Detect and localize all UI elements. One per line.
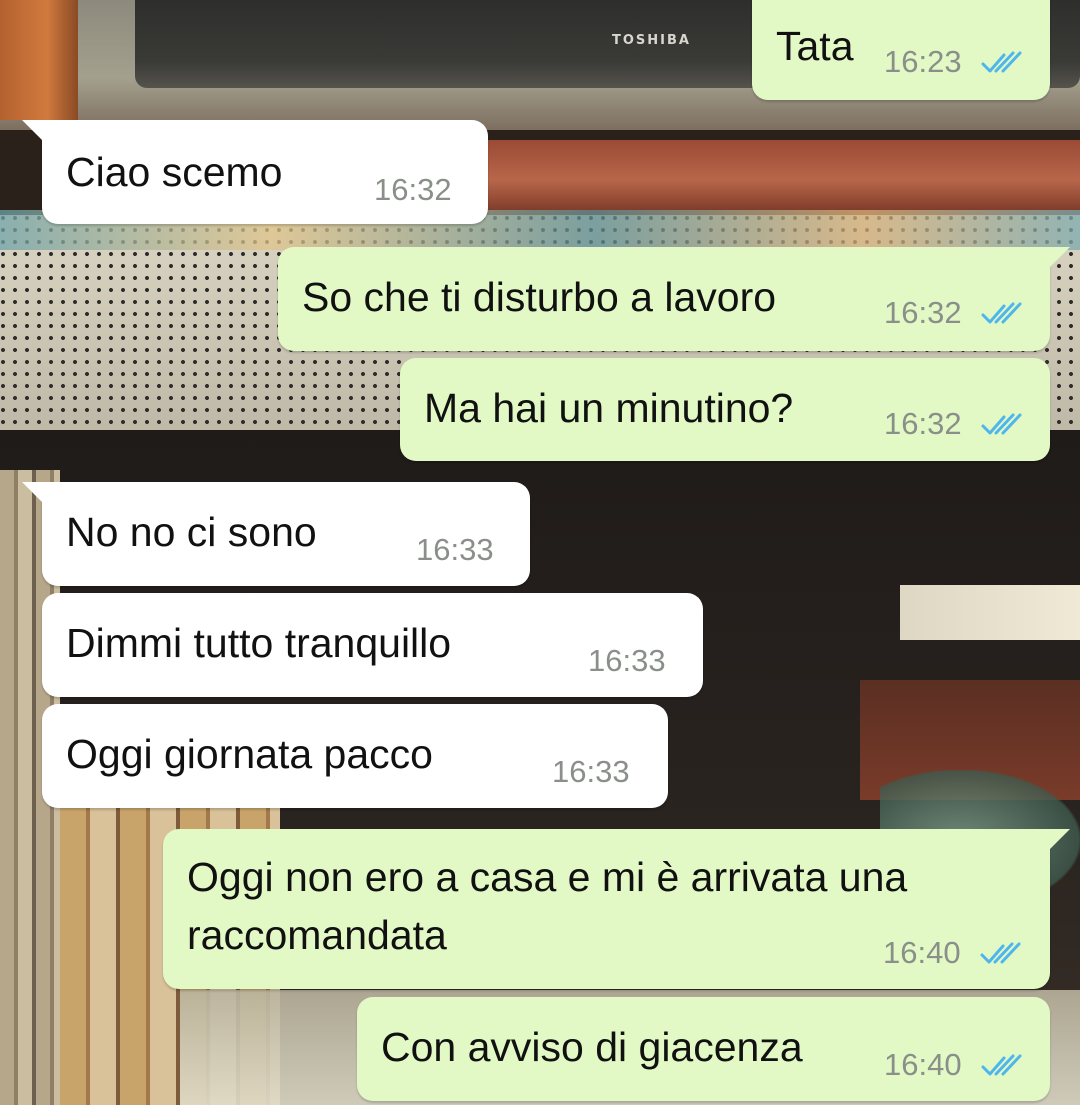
outgoing-message[interactable]: So che ti disturbo a lavoro 16:32 [278, 247, 1070, 351]
bubble-tail [22, 482, 44, 504]
message-text: Oggi giornata pacco [66, 731, 433, 777]
incoming-message[interactable]: No no ci sono 16:33 [22, 482, 530, 586]
double-check-icon [981, 51, 1022, 73]
double-check-icon [981, 413, 1022, 435]
message-text-line: raccomandata [187, 912, 447, 958]
message-text: Dimmi tutto tranquillo [66, 620, 452, 666]
chat-messages[interactable]: Tata 16:23 Ciao scemo 16:32 So che ti di… [0, 0, 1080, 1105]
outgoing-message[interactable]: Tata 16:23 [752, 0, 1050, 100]
message-text-line: Oggi non ero a casa e mi è arrivata una [187, 854, 908, 900]
message-time: 16:40 [884, 1047, 962, 1082]
message-time: 16:23 [884, 44, 962, 79]
double-check-icon [980, 942, 1021, 964]
message-time: 16:40 [883, 935, 961, 970]
message-text: Ciao scemo [66, 149, 283, 195]
incoming-message[interactable]: Oggi giornata pacco 16:33 [42, 704, 668, 808]
message-time: 16:32 [884, 295, 962, 330]
bubble-tail [1048, 829, 1070, 851]
bubble-tail [22, 120, 44, 142]
message-text: Con avviso di giacenza [381, 1024, 803, 1070]
double-check-icon [981, 1054, 1022, 1076]
message-text: So che ti disturbo a lavoro [302, 274, 777, 320]
message-time: 16:32 [884, 406, 962, 441]
message-time: 16:33 [588, 643, 666, 678]
outgoing-message[interactable]: Con avviso di giacenza 16:40 [357, 997, 1050, 1101]
message-time: 16:33 [552, 754, 630, 789]
message-time: 16:32 [374, 172, 452, 207]
message-text: No no ci sono [66, 509, 317, 555]
incoming-message[interactable]: Dimmi tutto tranquillo 16:33 [42, 593, 703, 697]
incoming-message[interactable]: Ciao scemo 16:32 [22, 120, 488, 224]
message-text: Ma hai un minutino? [424, 385, 794, 431]
outgoing-message[interactable]: Ma hai un minutino? 16:32 [400, 358, 1050, 461]
bubble-tail [1048, 247, 1070, 269]
message-time: 16:33 [416, 532, 494, 567]
message-text: Tata [776, 23, 854, 69]
double-check-icon [981, 302, 1022, 324]
outgoing-message[interactable]: Oggi non ero a casa e mi è arrivata una … [163, 829, 1070, 989]
